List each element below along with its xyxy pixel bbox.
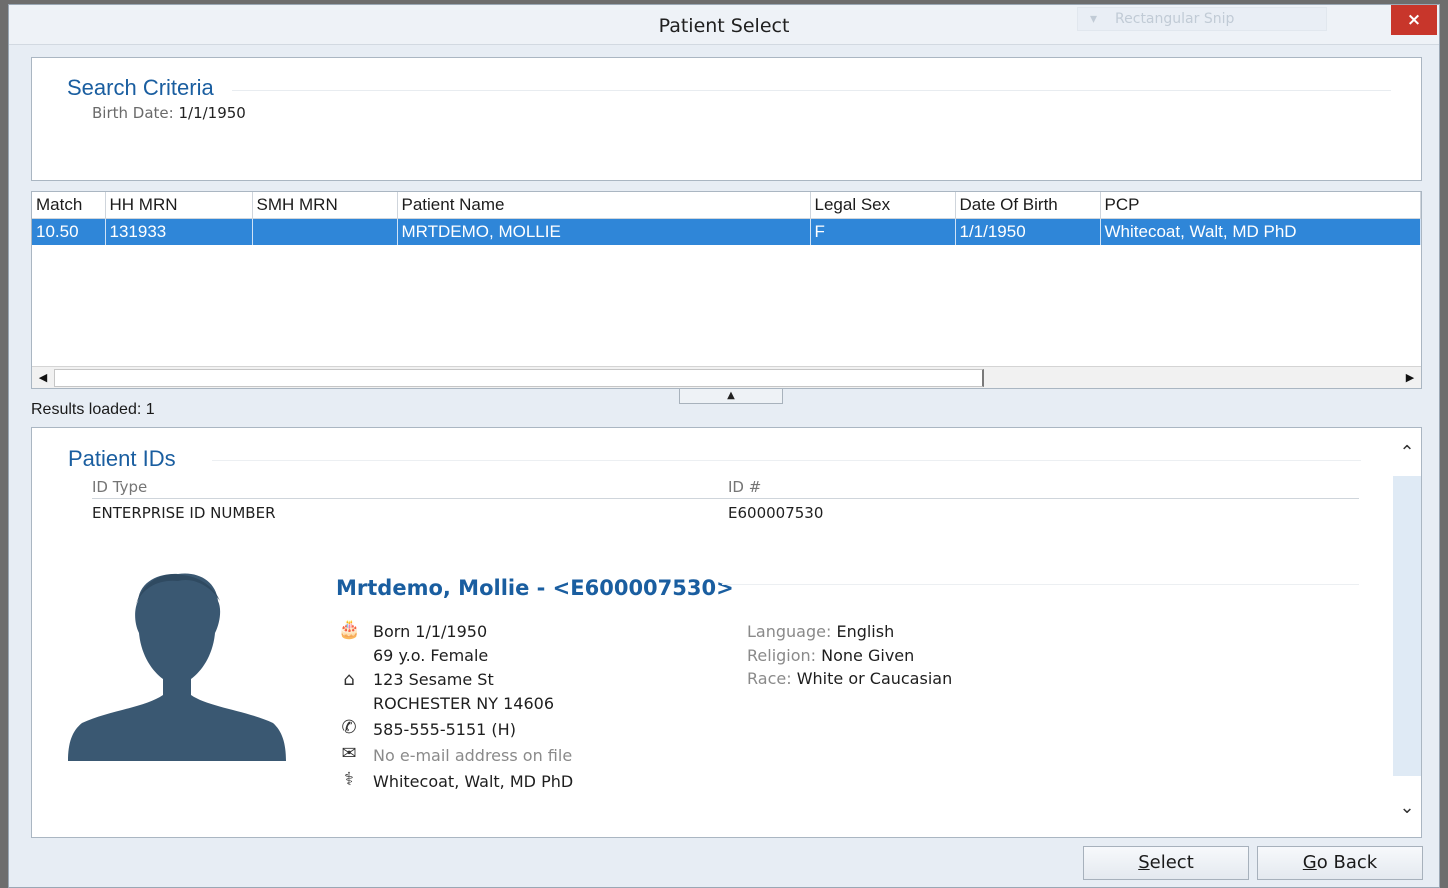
- home-icon: ⌂: [343, 669, 355, 690]
- horizontal-scrollbar[interactable]: ◀ ▶: [32, 366, 1421, 388]
- header-row: Match HH MRN SMH MRN Patient Name Legal …: [32, 192, 1421, 219]
- age-sex: 69 y.o. Female: [373, 646, 489, 665]
- birth-date-label: Birth Date:: [92, 104, 174, 122]
- scroll-right-icon[interactable]: ▶: [1401, 369, 1419, 387]
- address-line-2: ROCHESTER NY 14606: [373, 694, 554, 713]
- column-header-match[interactable]: Match: [32, 192, 106, 219]
- title-bar[interactable]: Patient Select ▾ Rectangular Snip ×: [9, 5, 1439, 45]
- avatar-silhouette-icon: [68, 573, 286, 761]
- search-criteria-title: Search Criteria: [67, 75, 214, 100]
- id-number-header: ID #: [728, 478, 762, 496]
- select-mnemonic: S: [1138, 852, 1150, 873]
- cell-smh-mrn[interactable]: [252, 218, 398, 245]
- language-label: Language:: [747, 622, 832, 641]
- divider: [722, 584, 1359, 585]
- scroll-thumb[interactable]: [54, 369, 984, 387]
- email-address: No e-mail address on file: [373, 746, 573, 765]
- language-value: English: [836, 622, 895, 641]
- snip-label: Rectangular Snip: [1115, 11, 1235, 27]
- column-header-smh-mrn[interactable]: SMH MRN: [252, 192, 398, 219]
- religion-label: Religion:: [747, 646, 817, 665]
- cell-legal-sex[interactable]: F: [810, 218, 956, 245]
- religion-value: None Given: [821, 646, 915, 665]
- birth-date-value: 1/1/1950: [178, 104, 246, 122]
- search-criteria-panel: Search Criteria Birth Date: 1/1/1950: [31, 57, 1422, 181]
- stethoscope-icon: ⚕: [344, 769, 354, 790]
- results-grid: Match HH MRN SMH MRN Patient Name Legal …: [31, 191, 1422, 389]
- phone-icon: ✆: [341, 717, 357, 738]
- id-type-header: ID Type: [92, 478, 148, 496]
- goback-mnemonic: G: [1302, 852, 1317, 873]
- mail-icon: ✉: [341, 743, 357, 764]
- patient-ids-title: Patient IDs: [68, 446, 176, 471]
- table-row[interactable]: 10.50 131933 MRTDEMO, MOLLIE F 1/1/1950 …: [32, 218, 1421, 245]
- religion-line: Religion: None Given: [747, 646, 914, 665]
- snip-tool-overlay: ▾ Rectangular Snip: [1077, 7, 1327, 31]
- chevron-down-icon[interactable]: ⌄: [1393, 797, 1421, 827]
- born-date: Born 1/1/1950: [373, 622, 488, 641]
- id-type-value: ENTERPRISE ID NUMBER: [92, 504, 276, 522]
- patient-select-dialog: Patient Select ▾ Rectangular Snip × Searc…: [8, 4, 1440, 888]
- divider: [232, 90, 1391, 91]
- column-header-legal-sex[interactable]: Legal Sex: [810, 192, 956, 219]
- id-number-value: E600007530: [728, 504, 824, 522]
- language-line: Language: English: [747, 622, 894, 641]
- goback-label-rest: o Back: [1316, 852, 1378, 873]
- select-label-rest: elect: [1149, 852, 1194, 873]
- race-line: Race: White or Caucasian: [747, 669, 952, 688]
- select-button[interactable]: Select: [1083, 846, 1249, 880]
- address-line-1: 123 Sesame St: [373, 670, 494, 689]
- patient-details-panel: Patient IDs ID Type ID # ENTERPRISE ID N…: [31, 427, 1422, 838]
- scroll-track[interactable]: [1393, 476, 1421, 776]
- results-table: Match HH MRN SMH MRN Patient Name Legal …: [32, 192, 1421, 245]
- cell-date-of-birth[interactable]: 1/1/1950: [955, 218, 1101, 245]
- column-header-patient-name[interactable]: Patient Name: [397, 192, 811, 219]
- divider: [212, 460, 1361, 461]
- cell-patient-name[interactable]: MRTDEMO, MOLLIE: [397, 218, 811, 245]
- snip-arrow-icon: ▾: [1090, 11, 1098, 27]
- pcp-name: Whitecoat, Walt, MD PhD: [373, 772, 574, 791]
- phone-number: 585-555-5151 (H): [373, 720, 516, 739]
- race-label: Race:: [747, 669, 792, 688]
- column-header-date-of-birth[interactable]: Date Of Birth: [955, 192, 1101, 219]
- go-back-button[interactable]: Go Back: [1257, 846, 1423, 880]
- close-button[interactable]: ×: [1391, 5, 1437, 35]
- scroll-left-icon[interactable]: ◀: [34, 369, 52, 387]
- cell-match[interactable]: 10.50: [32, 218, 106, 245]
- vertical-scrollbar[interactable]: ⌃ ⌄: [1393, 428, 1421, 837]
- patient-header-name: Mrtdemo, Mollie - <E600007530>: [336, 576, 734, 600]
- criteria-birth-date: Birth Date: 1/1/1950: [92, 104, 246, 122]
- chevron-up-icon[interactable]: ⌃: [1393, 442, 1421, 472]
- cell-hh-mrn[interactable]: 131933: [105, 218, 253, 245]
- divider: [92, 498, 1359, 499]
- column-header-hh-mrn[interactable]: HH MRN: [105, 192, 253, 219]
- race-value: White or Caucasian: [796, 669, 953, 688]
- collapse-splitter-icon[interactable]: ▲: [679, 389, 783, 404]
- results-status: Results loaded: 1: [31, 401, 155, 418]
- cell-pcp[interactable]: Whitecoat, Walt, MD PhD: [1100, 218, 1421, 245]
- column-header-pcp[interactable]: PCP: [1100, 192, 1421, 219]
- cake-icon: 🎂: [338, 619, 361, 640]
